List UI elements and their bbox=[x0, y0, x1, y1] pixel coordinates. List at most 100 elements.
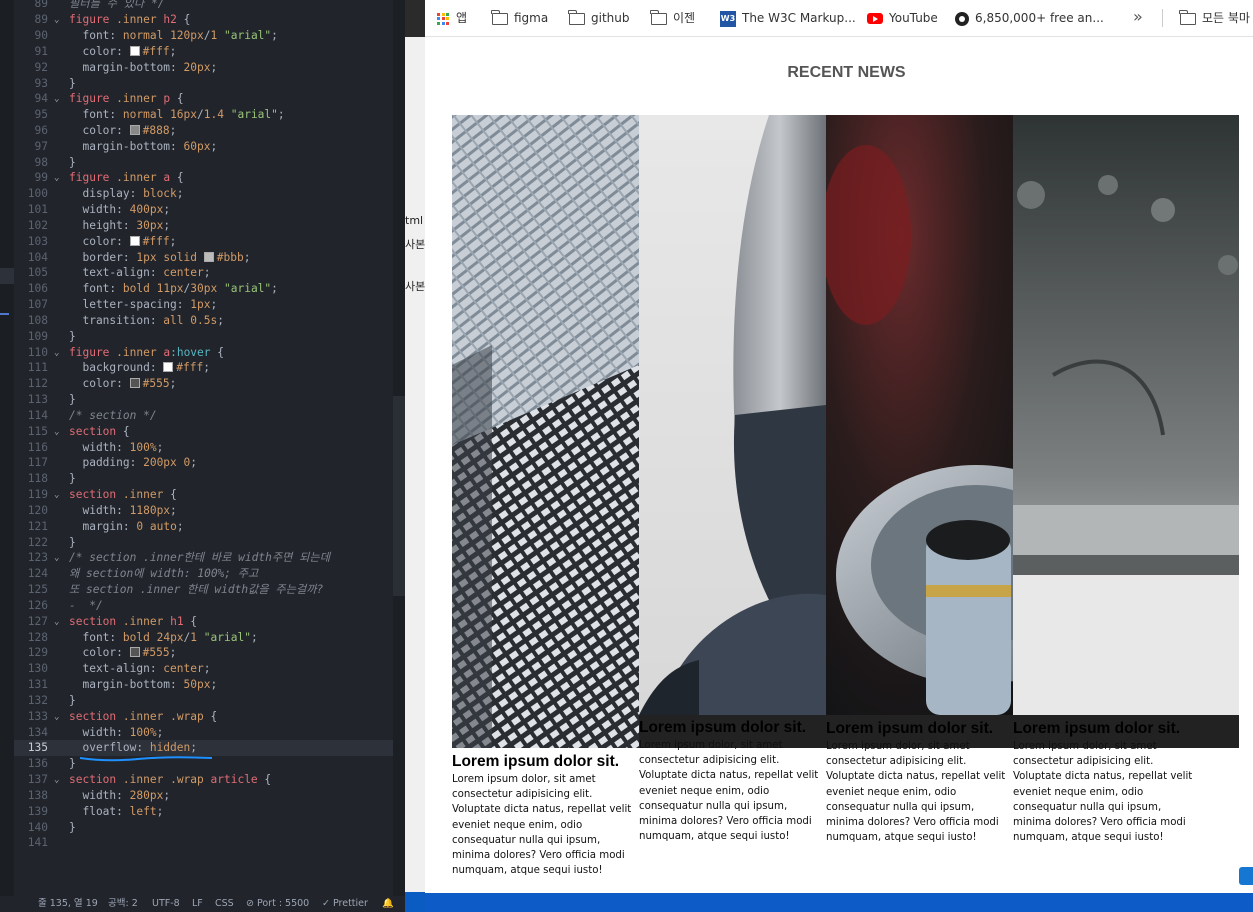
code-line[interactable]: 138 width: 280px; bbox=[14, 788, 394, 804]
fold-chevron-icon[interactable]: ⌄ bbox=[54, 170, 64, 186]
code-line[interactable]: 124 왜 section에 width: 100%; 주고 bbox=[14, 566, 394, 582]
code-line[interactable]: 91 color: #fff; bbox=[14, 44, 394, 60]
code-line[interactable]: 107 letter-spacing: 1px; bbox=[14, 297, 394, 313]
fold-chevron-icon[interactable]: ⌄ bbox=[54, 12, 64, 28]
fold-chevron-icon[interactable]: ⌄ bbox=[54, 772, 64, 788]
live-server-port[interactable]: ⊘ Port : 5500 bbox=[246, 896, 309, 912]
activity-bar bbox=[0, 0, 14, 912]
fold-chevron-icon[interactable]: ⌄ bbox=[54, 487, 64, 503]
fold-chevron-icon[interactable]: ⌄ bbox=[54, 614, 64, 630]
code-line[interactable]: 98} bbox=[14, 155, 394, 171]
code-text: 또 section .inner 한테 width값을 주는걸까? bbox=[69, 583, 324, 596]
code-line[interactable]: 114 /* section */ bbox=[14, 408, 394, 424]
code-line[interactable]: 133 ⌄ section .inner .wrap { bbox=[14, 709, 394, 725]
line-number: 120 bbox=[27, 504, 48, 517]
code-text: color: #888; bbox=[69, 124, 177, 137]
line-number: 110 bbox=[27, 346, 48, 359]
line-number: 125 bbox=[27, 583, 48, 596]
code-line[interactable]: 89 ⌄ figure .inner h2 { bbox=[14, 12, 394, 28]
code-line[interactable]: 131 margin-bottom: 50px; bbox=[14, 677, 394, 693]
bookmark-github[interactable]: github bbox=[568, 9, 629, 27]
code-line[interactable]: 105 text-align: center; bbox=[14, 265, 394, 281]
code-line[interactable]: 129 color: #555; bbox=[14, 645, 394, 661]
code-line[interactable]: 90 font: normal 120px/1 "arial"; bbox=[14, 28, 394, 44]
fold-chevron-icon[interactable]: ⌄ bbox=[54, 345, 64, 361]
code-line[interactable]: 113} bbox=[14, 392, 394, 408]
code-line[interactable]: 92 margin-bottom: 20px; bbox=[14, 60, 394, 76]
code-line[interactable]: 104 border: 1px solid #bbb; bbox=[14, 250, 394, 266]
code-line[interactable]: 119 ⌄ section .inner { bbox=[14, 487, 394, 503]
fold-chevron-icon[interactable]: ⌄ bbox=[54, 550, 64, 566]
code-line[interactable]: 121 margin: 0 auto; bbox=[14, 519, 394, 535]
fold-chevron-icon[interactable]: ⌄ bbox=[54, 91, 64, 107]
code-line[interactable]: 109} bbox=[14, 329, 394, 345]
fold-chevron-icon[interactable]: ⌄ bbox=[54, 424, 64, 440]
editor-scrollbar[interactable] bbox=[393, 0, 405, 912]
code-line[interactable]: 111 background: #fff; bbox=[14, 360, 394, 376]
code-line[interactable]: 112 color: #555; bbox=[14, 376, 394, 392]
edit-floating-button[interactable] bbox=[1239, 867, 1253, 885]
cursor-position[interactable]: 줄 135, 열 19 bbox=[38, 896, 98, 912]
indent-setting[interactable]: 공백: 2 bbox=[108, 896, 138, 912]
code-line[interactable]: 102 height: 30px; bbox=[14, 218, 394, 234]
code-line[interactable]: 115 ⌄ section { bbox=[14, 424, 394, 440]
bookmark-figma[interactable]: figma bbox=[491, 9, 548, 27]
prettier-status[interactable]: ✓ Prettier bbox=[322, 896, 368, 912]
code-line[interactable]: 123 ⌄ /* section .inner한테 바로 width주면 되는데 bbox=[14, 550, 394, 566]
bookmark-w3c[interactable]: W3 The W3C Markup... bbox=[720, 9, 856, 27]
bookmark-label: 모든 북마 bbox=[1202, 11, 1250, 25]
code-line[interactable]: 132} bbox=[14, 693, 394, 709]
code-line[interactable]: 120 width: 1180px; bbox=[14, 503, 394, 519]
line-number: 123 bbox=[27, 551, 48, 564]
code-line[interactable]: 94 ⌄ figure .inner p { bbox=[14, 91, 394, 107]
code-text: display: block; bbox=[69, 187, 184, 200]
code-line[interactable]: 130 text-align: center; bbox=[14, 661, 394, 677]
code-line[interactable]: 108 transition: all 0.5s; bbox=[14, 313, 394, 329]
all-bookmarks-folder[interactable]: 모든 북마 bbox=[1179, 9, 1250, 27]
code-line[interactable]: 141 bbox=[14, 835, 394, 851]
code-line[interactable]: 101 width: 400px; bbox=[14, 202, 394, 218]
bookmark-ijen[interactable]: 이젠 bbox=[650, 9, 695, 27]
code-line[interactable]: 118} bbox=[14, 471, 394, 487]
code-line[interactable]: 128 font: bold 24px/1 "arial"; bbox=[14, 630, 394, 646]
bookmark-youtube[interactable]: YouTube bbox=[867, 9, 938, 27]
bookmarks-overflow-button[interactable]: » bbox=[1133, 7, 1143, 26]
code-line[interactable]: 125 또 section .inner 한테 width값을 주는걸까? bbox=[14, 582, 394, 598]
code-line[interactable]: 127 ⌄ section .inner h1 { bbox=[14, 614, 394, 630]
bookmark-apps[interactable]: 앱 bbox=[437, 9, 467, 27]
code-line[interactable]: 97 margin-bottom: 60px; bbox=[14, 139, 394, 155]
fold-chevron-icon[interactable]: ⌄ bbox=[54, 709, 64, 725]
article-title[interactable]: Lorem ipsum dolor sit. bbox=[452, 753, 619, 771]
line-number: 95 bbox=[34, 108, 48, 121]
language-mode[interactable]: CSS bbox=[215, 896, 234, 912]
code-line[interactable]: 100 display: block; bbox=[14, 186, 394, 202]
code-line[interactable]: 122} bbox=[14, 535, 394, 551]
code-line[interactable]: 117 padding: 200px 0; bbox=[14, 455, 394, 471]
encoding[interactable]: UTF-8 bbox=[152, 896, 180, 912]
code-line[interactable]: 139 float: left; bbox=[14, 804, 394, 820]
code-line[interactable]: 116 width: 100%; bbox=[14, 440, 394, 456]
apps-icon bbox=[437, 12, 449, 25]
eol[interactable]: LF bbox=[192, 896, 203, 912]
code-line[interactable]: 134 width: 100%; bbox=[14, 725, 394, 741]
code-line[interactable]: 89 필터를 수 있다 */ bbox=[14, 0, 394, 12]
code-editor[interactable]: 89 필터를 수 있다 */ 89 ⌄ figure .inner h2 {90 fon… bbox=[0, 0, 405, 912]
bookmark-freepik[interactable]: 6,850,000+ free an... bbox=[955, 9, 1104, 27]
code-line[interactable]: 126 - */ bbox=[14, 598, 394, 614]
code-text: color: #fff; bbox=[69, 45, 177, 58]
article-title[interactable]: Lorem ipsum dolor sit. bbox=[1013, 720, 1180, 738]
notification-bell-icon[interactable]: 🔔 bbox=[382, 896, 394, 912]
code-line[interactable]: 95 font: normal 16px/1.4 "arial"; bbox=[14, 107, 394, 123]
article-title[interactable]: Lorem ipsum dolor sit. bbox=[639, 719, 806, 737]
code-line[interactable]: 103 color: #fff; bbox=[14, 234, 394, 250]
code-line[interactable]: 137 ⌄ section .inner .wrap article { bbox=[14, 772, 394, 788]
code-line[interactable]: 110 ⌄ figure .inner a:hover { bbox=[14, 345, 394, 361]
code-line[interactable]: 96 color: #888; bbox=[14, 123, 394, 139]
code-line[interactable]: 99 ⌄ figure .inner a { bbox=[14, 170, 394, 186]
code-line[interactable]: 93} bbox=[14, 76, 394, 92]
code-line[interactable]: 140} bbox=[14, 820, 394, 836]
code-text: /* section .inner한테 바로 width주면 되는데 bbox=[69, 551, 331, 564]
code-text: width: 400px; bbox=[69, 203, 171, 216]
code-line[interactable]: 106 font: bold 11px/30px "arial"; bbox=[14, 281, 394, 297]
article-title[interactable]: Lorem ipsum dolor sit. bbox=[826, 720, 993, 738]
